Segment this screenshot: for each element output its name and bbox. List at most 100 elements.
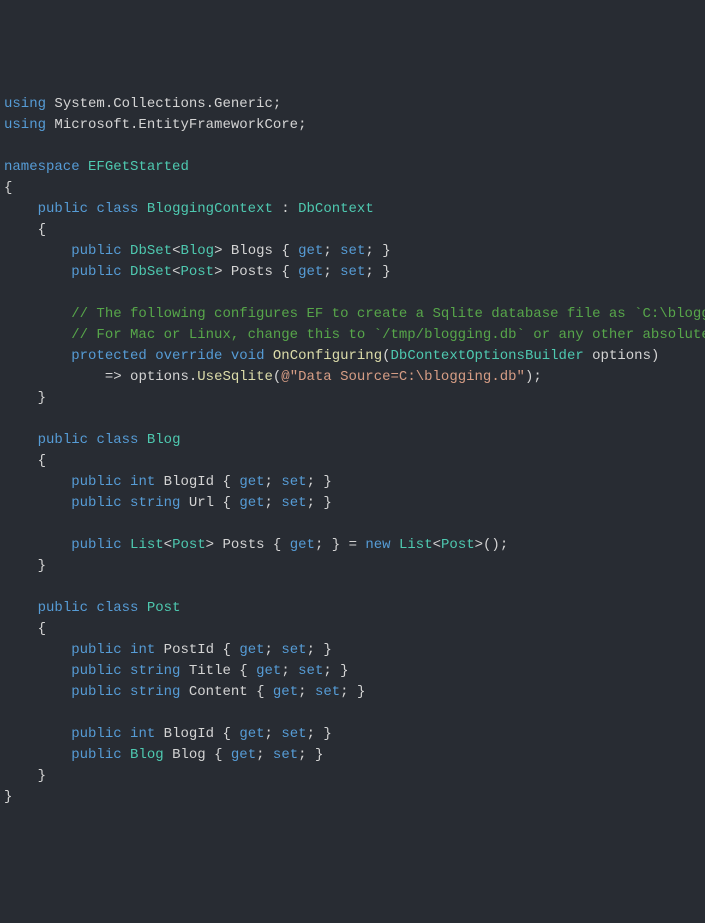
type-ref: DbSet (130, 264, 172, 280)
code-line: public int BlogId { get; set; } (4, 724, 701, 745)
keyword-set: set (298, 663, 323, 679)
keyword-set: set (281, 642, 306, 658)
property-name: PostId (164, 642, 214, 658)
keyword-override: override (155, 348, 222, 364)
code-line: // The following configures EF to create… (4, 304, 701, 325)
keyword-set: set (273, 747, 298, 763)
parameter: options (592, 348, 651, 364)
comment: // The following configures EF to create… (71, 306, 705, 322)
code-line (4, 703, 701, 724)
keyword-string: string (130, 684, 180, 700)
method-name: OnConfiguring (273, 348, 382, 364)
keyword-using: using (4, 117, 46, 133)
property-name: Blogs (231, 243, 273, 259)
namespace-ref: System.Collections.Generic (54, 96, 272, 112)
string-literal: @"Data Source=C:\blogging.db" (281, 369, 525, 385)
keyword-public: public (71, 495, 121, 511)
keyword-get: get (273, 684, 298, 700)
code-line (4, 409, 701, 430)
keyword-public: public (71, 642, 121, 658)
code-line: } (4, 787, 701, 808)
code-line: public int PostId { get; set; } (4, 640, 701, 661)
keyword-set: set (340, 264, 365, 280)
property-name: BlogId (164, 726, 214, 742)
namespace-ref: Microsoft.EntityFrameworkCore (54, 117, 298, 133)
keyword-set: set (281, 474, 306, 490)
property-name: Posts (222, 537, 264, 553)
keyword-set: set (281, 726, 306, 742)
keyword-void: void (231, 348, 265, 364)
keyword-int: int (130, 474, 155, 490)
code-line: namespace EFGetStarted (4, 157, 701, 178)
keyword-new: new (365, 537, 390, 553)
property-name: Posts (231, 264, 273, 280)
keyword-get: get (231, 747, 256, 763)
code-line: // For Mac or Linux, change this to `/tm… (4, 325, 701, 346)
keyword-public: public (71, 726, 121, 742)
class-name: Blog (147, 432, 181, 448)
property-name: Content (189, 684, 248, 700)
code-line: public int BlogId { get; set; } (4, 472, 701, 493)
code-line: public Blog Blog { get; set; } (4, 745, 701, 766)
keyword-get: get (239, 726, 264, 742)
code-editor[interactable]: using System.Collections.Generic;using M… (4, 94, 701, 808)
keyword-set: set (315, 684, 340, 700)
type-ref: List (399, 537, 433, 553)
keyword-protected: protected (71, 348, 147, 364)
keyword-class: class (96, 600, 138, 616)
keyword-public: public (71, 264, 121, 280)
property-name: Url (189, 495, 214, 511)
property-name: Title (189, 663, 231, 679)
code-line: } (4, 388, 701, 409)
keyword-get: get (298, 264, 323, 280)
code-line: public class Blog (4, 430, 701, 451)
property-name: BlogId (164, 474, 214, 490)
keyword-public: public (38, 201, 88, 217)
class-name: Post (147, 600, 181, 616)
type-ref: Post (172, 537, 206, 553)
keyword-int: int (130, 726, 155, 742)
code-line: => options.UseSqlite(@"Data Source=C:\bl… (4, 367, 701, 388)
keyword-using: using (4, 96, 46, 112)
code-line: public DbSet<Blog> Blogs { get; set; } (4, 241, 701, 262)
comment: // For Mac or Linux, change this to `/tm… (71, 327, 705, 343)
type-ref: DbSet (130, 243, 172, 259)
code-line: public List<Post> Posts { get; } = new L… (4, 535, 701, 556)
property-name: Blog (172, 747, 206, 763)
keyword-public: public (71, 663, 121, 679)
type-ref: Blog (180, 243, 214, 259)
keyword-get: get (239, 474, 264, 490)
code-line: } (4, 556, 701, 577)
code-line: public DbSet<Post> Posts { get; set; } (4, 262, 701, 283)
keyword-class: class (96, 201, 138, 217)
code-line: { (4, 220, 701, 241)
code-line: public string Url { get; set; } (4, 493, 701, 514)
keyword-public: public (38, 600, 88, 616)
keyword-public: public (71, 747, 121, 763)
base-class: DbContext (298, 201, 374, 217)
namespace-name: EFGetStarted (88, 159, 189, 175)
code-line: public string Content { get; set; } (4, 682, 701, 703)
keyword-set: set (281, 495, 306, 511)
keyword-get: get (239, 642, 264, 658)
code-line (4, 514, 701, 535)
class-name: BloggingContext (147, 201, 273, 217)
code-line: } (4, 766, 701, 787)
keyword-public: public (38, 432, 88, 448)
keyword-string: string (130, 495, 180, 511)
code-line: public class BloggingContext : DbContext (4, 199, 701, 220)
code-line (4, 283, 701, 304)
keyword-get: get (290, 537, 315, 553)
keyword-public: public (71, 243, 121, 259)
keyword-public: public (71, 537, 121, 553)
keyword-class: class (96, 432, 138, 448)
keyword-namespace: namespace (4, 159, 80, 175)
keyword-get: get (298, 243, 323, 259)
type-ref: Post (441, 537, 475, 553)
type-ref: Blog (130, 747, 164, 763)
identifier: options (130, 369, 189, 385)
method-call: UseSqlite (197, 369, 273, 385)
keyword-int: int (130, 642, 155, 658)
code-line: { (4, 619, 701, 640)
code-line (4, 577, 701, 598)
